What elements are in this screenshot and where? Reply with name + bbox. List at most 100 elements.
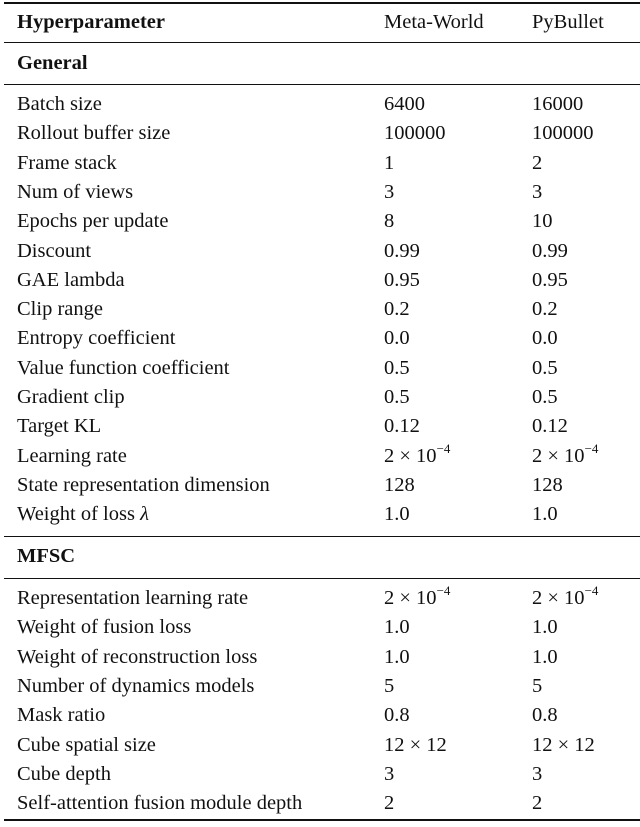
pybullet-value: 5	[532, 672, 542, 701]
metaworld-value-text: 0.8	[384, 704, 410, 727]
param-name: Value function coefficient	[17, 354, 230, 383]
pybullet-value-text: 12 × 12	[532, 733, 595, 756]
param-name-text: Discount	[17, 239, 92, 262]
param-name: Num of views	[17, 178, 133, 207]
pybullet-value-text: 0.5	[532, 356, 558, 379]
table-row: State representation dimension 128 128	[0, 471, 640, 500]
table-row: Gradient clip 0.5 0.5	[0, 383, 640, 412]
metaworld-value-text: 12 × 12	[384, 733, 447, 756]
param-name: Epochs per update	[17, 207, 168, 236]
table-row: Value function coefficient 0.5 0.5	[0, 354, 640, 383]
pybullet-value-text: 2 × 10	[532, 444, 585, 467]
param-name-text: Rollout buffer size	[17, 122, 171, 145]
pybullet-value-text: 1.0	[532, 503, 558, 526]
pybullet-value: 0.2	[532, 295, 558, 324]
section-divider-rule	[4, 536, 640, 537]
header-pybullet: PyBullet	[532, 11, 604, 33]
param-name: Target KL	[17, 412, 101, 441]
param-name: Entropy coefficient	[17, 324, 175, 353]
pybullet-value-text: 100000	[532, 122, 594, 145]
param-name-text: Clip range	[17, 298, 103, 321]
table-row: Self-attention fusion module depth 2 2	[0, 789, 640, 818]
metaworld-exponent: −4	[436, 440, 451, 456]
param-name-text: Cube depth	[17, 762, 111, 785]
table-row: Num of views 3 3	[0, 178, 640, 207]
metaworld-value: 6400	[384, 90, 425, 119]
metaworld-value: 100000	[384, 119, 446, 148]
pybullet-value: 3	[532, 178, 542, 207]
pybullet-value-text: 0.99	[532, 239, 568, 262]
metaworld-value-text: 1	[384, 151, 395, 174]
pybullet-value: 3	[532, 760, 542, 789]
pybullet-value: 1.0	[532, 500, 558, 529]
metaworld-value-text: 3	[384, 180, 395, 203]
pybullet-value-text: 2 × 10	[532, 587, 585, 609]
metaworld-value: 0.8	[384, 701, 410, 730]
section-rule-mfsc	[4, 578, 640, 579]
param-name: Cube depth	[17, 760, 111, 789]
param-name: State representation dimension	[17, 471, 270, 500]
pybullet-value-text: 3	[532, 180, 543, 203]
param-name-text: Self-attention fusion module depth	[17, 792, 303, 815]
param-name: Weight of reconstruction loss	[17, 643, 257, 672]
pybullet-value: 100000	[532, 119, 594, 148]
param-name-text: Batch size	[17, 93, 102, 115]
metaworld-value-text: 3	[384, 762, 395, 785]
pybullet-exponent: −4	[584, 440, 599, 456]
pybullet-value: 10	[532, 207, 553, 236]
metaworld-value: 0.95	[384, 266, 420, 295]
header-row: Hyperparameter Meta-World PyBullet	[0, 8, 640, 37]
param-name-text: State representation dimension	[17, 473, 270, 496]
pybullet-value: 0.95	[532, 266, 568, 295]
pybullet-exponent: −4	[584, 583, 599, 598]
pybullet-value: 0.0	[532, 324, 558, 353]
metaworld-value: 0.0	[384, 324, 410, 353]
metaworld-value: 1	[384, 149, 394, 178]
pybullet-value-text: 0.8	[532, 704, 558, 727]
param-name: Clip range	[17, 295, 103, 324]
param-name-text: Representation learning rate	[17, 587, 249, 609]
metaworld-value-text: 1.0	[384, 645, 410, 668]
header-rule	[4, 42, 640, 43]
metaworld-value-text: 128	[384, 473, 415, 496]
bottom-rule	[4, 819, 640, 821]
param-name-text: Cube spatial size	[17, 733, 156, 756]
pybullet-value: 2 × 10−4	[532, 584, 598, 613]
section-rule-general	[4, 84, 640, 85]
param-name-text: Target KL	[17, 415, 102, 438]
metaworld-value: 2 × 10−4	[384, 442, 450, 471]
param-name-text: Weight of reconstruction loss	[17, 645, 258, 668]
metaworld-value-text: 0.99	[384, 239, 420, 262]
param-name: Weight of loss λ	[17, 500, 149, 529]
param-name: Cube spatial size	[17, 731, 156, 760]
pybullet-value: 0.12	[532, 412, 568, 441]
metaworld-value-text: 2 × 10	[384, 444, 437, 467]
header-hyperparameter: Hyperparameter	[17, 11, 165, 33]
metaworld-value: 12 × 12	[384, 731, 447, 760]
table-row: Clip range 0.2 0.2	[0, 295, 640, 324]
param-name-text: Frame stack	[17, 151, 117, 174]
pybullet-value: 0.5	[532, 354, 558, 383]
param-name-text: GAE lambda	[17, 268, 125, 291]
metaworld-value: 0.12	[384, 412, 420, 441]
pybullet-value-text: 2	[532, 151, 543, 174]
metaworld-value-text: 0.0	[384, 327, 410, 350]
metaworld-value: 2 × 10−4	[384, 584, 450, 613]
section-title: MFSC	[17, 545, 76, 567]
table-row: Rollout buffer size 100000 100000	[0, 119, 640, 148]
table-row: Epochs per update 8 10	[0, 207, 640, 236]
table-row: Target KL 0.12 0.12	[0, 412, 640, 441]
section-title: General	[17, 52, 88, 74]
metaworld-value: 1.0	[384, 643, 410, 672]
metaworld-value: 1.0	[384, 500, 410, 529]
metaworld-value-text: 0.95	[384, 268, 420, 291]
metaworld-value: 128	[384, 471, 415, 500]
param-name: Representation learning rate	[17, 584, 248, 613]
param-name: Discount	[17, 237, 91, 266]
pybullet-value: 0.99	[532, 237, 568, 266]
param-name-text: Entropy coefficient	[17, 327, 176, 350]
param-name-text: Epochs per update	[17, 210, 169, 233]
table-row: Learning rate 2 × 10−4 2 × 10−4	[0, 442, 640, 471]
table-row: Entropy coefficient 0.0 0.0	[0, 324, 640, 353]
metaworld-value: 3	[384, 760, 394, 789]
